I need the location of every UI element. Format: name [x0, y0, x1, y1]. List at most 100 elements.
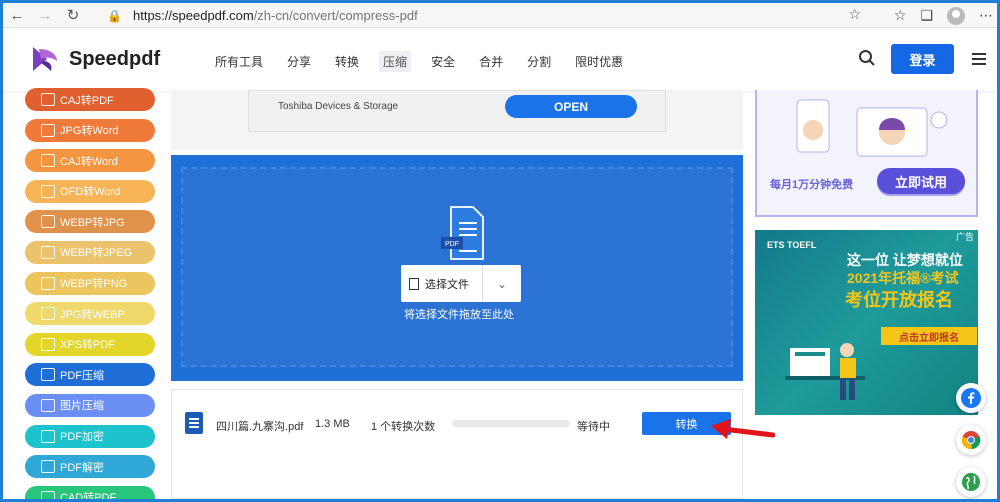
collections-icon[interactable]: ❏ [920, 7, 933, 24]
right-ad-trial[interactable]: 每月1万分钟免费 立即试用 [755, 90, 978, 217]
progress-bar [452, 420, 570, 427]
sidebar-item-label: WEBP转JPG [60, 216, 125, 229]
nav-compress[interactable]: 压缩 [379, 51, 412, 72]
ad2-illustration [785, 343, 865, 400]
tool-icon [41, 215, 55, 229]
sidebar-item[interactable]: 图片压缩 [25, 393, 155, 417]
login-button[interactable]: 登录 [891, 44, 954, 74]
nav-merge[interactable]: 合并 [475, 51, 507, 72]
search-icon[interactable] [858, 49, 876, 67]
ad-badge: 广告 [955, 232, 974, 242]
hamburger-menu-icon[interactable] [972, 53, 986, 65]
main-nav: 所有工具 分享 转换 压缩 安全 合并 分割 限时优惠 [211, 51, 627, 72]
file-size: 1.3 MB [315, 418, 350, 430]
language-button[interactable] [956, 467, 986, 497]
ad-banner[interactable]: Toshiba Devices & Storage OPEN [248, 90, 666, 132]
tool-icon [41, 245, 55, 259]
address-bar[interactable]: 🔒 https://speedpdf.com/zh-cn/convert/com… [107, 5, 869, 26]
select-file-button[interactable]: 选择文件 [401, 265, 483, 302]
back-button[interactable]: ← [3, 3, 31, 28]
tool-icon [41, 460, 55, 474]
tool-icon [41, 429, 55, 443]
favorites-icon[interactable]: ☆ [894, 7, 907, 24]
sidebar-item-label: PDF压缩 [60, 369, 104, 382]
refresh-button[interactable]: ↻ [59, 3, 87, 28]
drop-zone[interactable]: PDF 选择文件 ⌄ 将选择文件拖放至此处 [181, 167, 733, 367]
nav-share[interactable]: 分享 [283, 51, 315, 72]
nav-all-tools[interactable]: 所有工具 [211, 51, 267, 72]
sidebar-item[interactable]: JPG转WEBP [25, 302, 155, 326]
profile-avatar[interactable] [947, 6, 965, 25]
ad2-signup-button[interactable]: 点击立即报名 [881, 327, 977, 345]
sidebar-item[interactable]: CAD转PDF [25, 485, 155, 499]
tool-sidebar: CAJ转PDF JPG转Word CAJ转Word OFD转Word WEBP转JPG W… [25, 88, 155, 499]
nav-limited-offer[interactable]: 限时优惠 [571, 51, 627, 72]
try-now-button[interactable]: 立即试用 [877, 168, 965, 194]
sidebar-item[interactable]: PDF解密 [25, 455, 155, 479]
tool-icon [41, 123, 55, 137]
tool-icon [41, 490, 55, 499]
globe-icon [962, 473, 980, 491]
sidebar-item[interactable]: JPG转Word [25, 118, 155, 142]
ad2-headline-1: 这一位 让梦想就位 [847, 252, 963, 268]
file-status: 等待中 [577, 421, 610, 433]
upload-panel: PDF 选择文件 ⌄ 将选择文件拖放至此处 [171, 155, 743, 381]
favorite-star-icon[interactable]: ☆ [848, 6, 861, 23]
sidebar-item-label: PDF加密 [60, 431, 104, 444]
tool-icon [41, 398, 55, 412]
file-type-icon [185, 412, 203, 434]
chevron-down-icon[interactable]: ⌄ [483, 277, 521, 291]
tool-icon [41, 337, 55, 351]
sidebar-item-label: JPG转WEBP [60, 308, 125, 321]
sidebar-item-label: XPS转PDF [60, 339, 116, 352]
site-logo[interactable]: Speedpdf [29, 43, 160, 75]
tool-icon [41, 184, 55, 198]
select-file-dropdown[interactable]: 选择文件 ⌄ [401, 265, 521, 302]
sidebar-item[interactable]: PDF压缩 [25, 363, 155, 387]
tool-icon [41, 276, 55, 290]
ad2-headline-2: 2021年托福®考试 [847, 270, 959, 286]
sidebar-item[interactable]: WEBP转JPEG [25, 240, 155, 264]
sidebar-item-label: OFD转Word [60, 186, 121, 199]
sidebar-item[interactable]: CAJ转PDF [25, 88, 155, 111]
tool-icon [41, 154, 55, 168]
file-list-item: 四川篇.九寨沟.pdf 1.3 MB 1 个转换次数 等待中 转换 [171, 389, 743, 499]
select-file-label: 选择文件 [425, 278, 469, 291]
sidebar-item[interactable]: XPS转PDF [25, 332, 155, 356]
pdf-file-icon: PDF [441, 206, 484, 260]
url-host: https://speedpdf.com [133, 8, 254, 23]
logo-text: Speedpdf [69, 47, 161, 70]
chrome-extension-button[interactable] [956, 425, 986, 455]
file-name: 四川篇.九寨沟.pdf [216, 421, 304, 433]
ad1-free-minutes-text: 每月1万分钟免费 [770, 179, 854, 191]
sidebar-item[interactable]: WEBP转PNG [25, 271, 155, 295]
url-path: /zh-cn/convert/compress-pdf [253, 8, 418, 23]
facebook-share-button[interactable] [956, 383, 986, 413]
sidebar-item[interactable]: WEBP转JPG [25, 210, 155, 234]
lock-icon: 🔒 [107, 8, 122, 23]
sidebar-item[interactable]: PDF加密 [25, 424, 155, 448]
sidebar-item[interactable]: CAJ转Word [25, 149, 155, 173]
tool-icon [41, 93, 55, 106]
sidebar-item-label: WEBP转PNG [60, 278, 128, 291]
ad-illustration [796, 99, 948, 157]
sidebar-item-label: PDF解密 [60, 461, 104, 474]
toefl-logo: ETS TOEFL [767, 240, 817, 250]
forward-button[interactable]: → [31, 3, 59, 28]
sidebar-item-label: WEBP转JPEG [60, 247, 133, 260]
browser-extension-icons: ☆ ❏ ⋯ [894, 3, 993, 28]
nav-security[interactable]: 安全 [427, 51, 459, 72]
more-menu-icon[interactable]: ⋯ [979, 7, 993, 24]
right-ad-toefl[interactable]: ETS TOEFL 广告 这一位 让梦想就位 2021年托福®考试 考位开放报名… [755, 230, 978, 415]
nav-convert[interactable]: 转换 [331, 51, 363, 72]
sidebar-item-label: CAJ转Word [60, 155, 118, 168]
sidebar-item[interactable]: OFD转Word [25, 179, 155, 203]
red-arrow-annotation [711, 419, 775, 439]
chrome-icon [961, 431, 981, 450]
nav-split[interactable]: 分割 [523, 51, 555, 72]
ad-open-button[interactable]: OPEN [505, 95, 637, 118]
sidebar-item-label: CAD转PDF [60, 492, 117, 499]
browser-toolbar: ← → ↻ 🔒 https://speedpdf.com/zh-cn/conve… [3, 3, 997, 28]
ad-company-text: Toshiba Devices & Storage [278, 101, 399, 112]
document-icon [409, 277, 419, 290]
